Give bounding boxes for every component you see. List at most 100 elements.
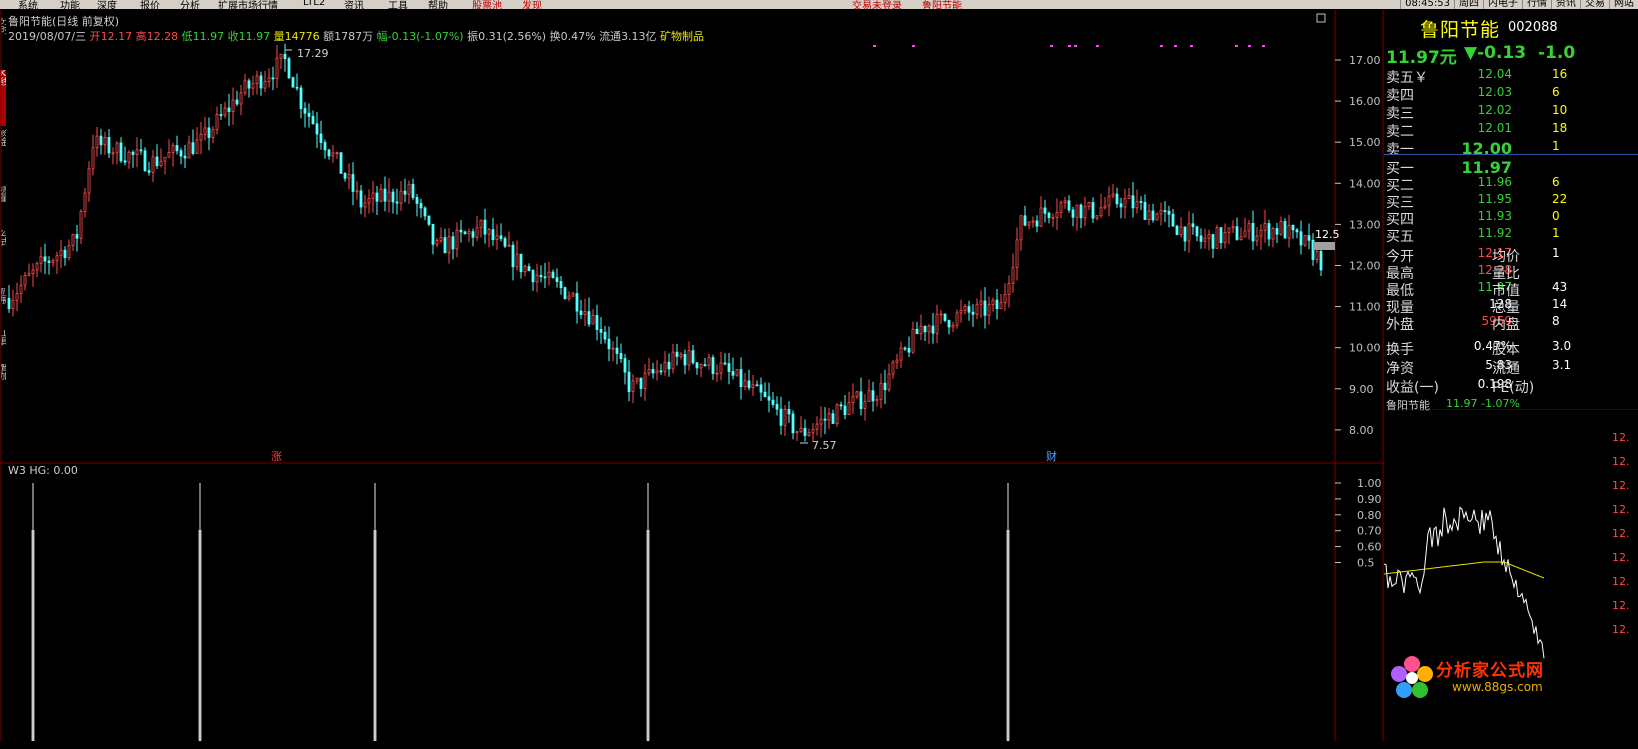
marker-up: 涨 — [271, 450, 282, 463]
indicator-spikes — [31, 483, 1010, 741]
stat-label: 换手 — [1386, 342, 1414, 358]
stat-row: 今开 12.17 均价 1 — [1384, 246, 1638, 265]
order-book-row[interactable]: 买四 11.93 0 — [1384, 209, 1638, 228]
indicator-tick: 0.80 — [1357, 509, 1382, 522]
price-tick: 12.00 — [1349, 260, 1381, 273]
quote-panel: 鲁阳节能 002088 11.97元 ▼-0.13 -1.0 卖五￥ 12.04 1… — [1384, 9, 1638, 741]
order-level-volume: 10 — [1552, 103, 1568, 117]
price-tick: 15.00 — [1349, 136, 1381, 149]
order-level-price: 11.93 — [1477, 209, 1512, 223]
price-tick: 17.00 — [1349, 54, 1381, 67]
stat-row: 净资 5.83 流通 3.1 — [1384, 358, 1638, 377]
chart-grid — [0, 10, 1384, 741]
clock: 08:45:53 — [1400, 0, 1454, 9]
order-level-label: 卖四 — [1386, 88, 1414, 104]
site-logo: 分析家公式网 www.88gs.com — [1386, 652, 1638, 741]
stat-label: 净资 — [1386, 361, 1414, 377]
indicator-tick: 1.00 — [1357, 477, 1382, 490]
tab-market[interactable]: 行情 — [1522, 0, 1551, 9]
kline-chart-area[interactable]: 17.00 16.00 15.00 14.00 13.00 12.00 11.00 10.00… — [0, 0, 1384, 741]
indicator-tick: 0.90 — [1357, 493, 1382, 506]
stat-label: 内盘 — [1492, 317, 1520, 333]
order-level-price: 12.02 — [1477, 103, 1512, 117]
stat-value: 3.1 — [1552, 358, 1572, 372]
price-tick: 13.00 — [1349, 218, 1381, 231]
order-book-row[interactable]: 卖四 12.03 6 — [1384, 85, 1638, 104]
tab-electronic[interactable]: 内电子 — [1483, 0, 1522, 9]
price-tick: 11.00 — [1349, 301, 1381, 314]
order-book-row[interactable]: 卖五￥ 12.04 16 — [1384, 67, 1638, 86]
order-level-label: 卖三 — [1386, 106, 1414, 122]
price-tick: 16.00 — [1349, 95, 1381, 108]
indicator-axis: 1.00 0.90 0.80 0.70 0.60 0.5 — [1335, 477, 1382, 570]
order-book-row[interactable]: 买三 11.95 22 — [1384, 192, 1638, 211]
stock-code: 002088 — [1508, 20, 1558, 35]
stat-label: 流通 — [1492, 361, 1520, 377]
price-tick: 9.00 — [1349, 383, 1374, 396]
order-level-price: 11.92 — [1477, 226, 1512, 240]
order-level-volume: 6 — [1552, 175, 1560, 189]
mini-axis-tick: 12. — [1612, 503, 1630, 516]
price-tick: 14.00 — [1349, 177, 1381, 190]
order-level-label: 卖一 — [1386, 142, 1414, 158]
order-level-price: 12.04 — [1477, 67, 1512, 81]
indicator-title: W3 HG: 0.00 — [8, 464, 78, 477]
order-level-volume: 0 — [1552, 209, 1560, 223]
logo-text: 分析家公式网 — [1436, 661, 1544, 681]
order-book-row[interactable]: 卖三 12.02 10 — [1384, 103, 1638, 122]
book-divider — [1384, 154, 1638, 155]
order-book-row[interactable]: 卖二 12.01 18 — [1384, 121, 1638, 140]
mini-axis-tick: 12. — [1612, 623, 1630, 636]
order-level-volume: 1 — [1552, 139, 1560, 153]
mini-axis-tick: 12. — [1612, 527, 1630, 540]
price-tick: 10.00 — [1349, 342, 1381, 355]
stat-value: 43 — [1552, 280, 1568, 294]
high-annotation: 17.29 — [297, 47, 329, 60]
indicator-tick: 0.5 — [1357, 557, 1375, 570]
order-level-label: 卖二 — [1386, 124, 1414, 140]
current-price-tag: 12.5 — [1315, 228, 1340, 241]
marker-finance: 财 — [1046, 449, 1057, 463]
stat-row: 最高 12.28 量比 — [1384, 263, 1638, 282]
mini-axis-tick: 12. — [1612, 479, 1630, 492]
order-level-price: 12.01 — [1477, 121, 1512, 135]
stat-row: 换手 0.47% 股本 3.0 — [1384, 339, 1638, 358]
tab-trade[interactable]: 交易 — [1580, 0, 1609, 9]
low-annotation: 7.57 — [812, 439, 837, 452]
stock-name: 鲁阳节能 — [1420, 19, 1501, 41]
stat-value: 14 — [1552, 297, 1568, 311]
tab-website[interactable]: 网站 — [1609, 0, 1638, 9]
order-book-row[interactable]: 买五 11.92 1 — [1384, 226, 1638, 245]
indicator-tick: 0.70 — [1357, 525, 1382, 538]
mini-axis-tick: 12. — [1612, 551, 1630, 564]
mini-axis-tick: 12. — [1612, 431, 1630, 444]
mini-axis-tick: 12. — [1612, 599, 1630, 612]
stat-label: PE(动) — [1492, 380, 1535, 396]
stat-value: 8 — [1552, 314, 1560, 328]
stat-row: 最低 11.97 市值 43 — [1384, 280, 1638, 299]
candlestick-series[interactable] — [7, 43, 1323, 444]
stat-row: 外盘 5959 内盘 8 — [1384, 314, 1638, 333]
order-book-row[interactable]: 买二 11.96 6 — [1384, 175, 1638, 194]
order-level-volume: 16 — [1552, 67, 1568, 81]
stat-value: 3.0 — [1552, 339, 1572, 353]
indicator-tick: 0.60 — [1357, 541, 1382, 554]
order-level-price: 12.00 — [1461, 139, 1512, 158]
tab-info[interactable]: 资讯 — [1551, 0, 1580, 9]
right-toolbar: 08:45:53 周四 内电子 行情 资讯 交易 网站 — [1400, 0, 1638, 9]
change-amount: ▼-0.13 — [1464, 43, 1527, 63]
weekday: 周四 — [1454, 0, 1483, 9]
stat-label: 收益(一) — [1386, 380, 1439, 396]
order-book-row[interactable]: 买一 11.97 — [1384, 158, 1638, 177]
price-axis: 17.00 16.00 15.00 14.00 13.00 12.00 11.00 10.00… — [1313, 54, 1381, 437]
mini-axis-tick: 12. — [1612, 455, 1630, 468]
order-level-label: 卖五￥ — [1386, 70, 1428, 86]
order-level-volume: 22 — [1552, 192, 1568, 206]
chart-overlay: 17.29 7.57 涨 财 12.5 — [271, 47, 1340, 463]
stat-row: 收益(一) 0.198 PE(动) — [1384, 377, 1638, 396]
price-tick: 8.00 — [1349, 424, 1374, 437]
order-level-price: 11.96 — [1477, 175, 1512, 189]
stat-row: 现量 128 总量 14 — [1384, 297, 1638, 316]
logo-url: www.88gs.com — [1452, 680, 1543, 694]
stat-value: 1 — [1552, 246, 1560, 260]
